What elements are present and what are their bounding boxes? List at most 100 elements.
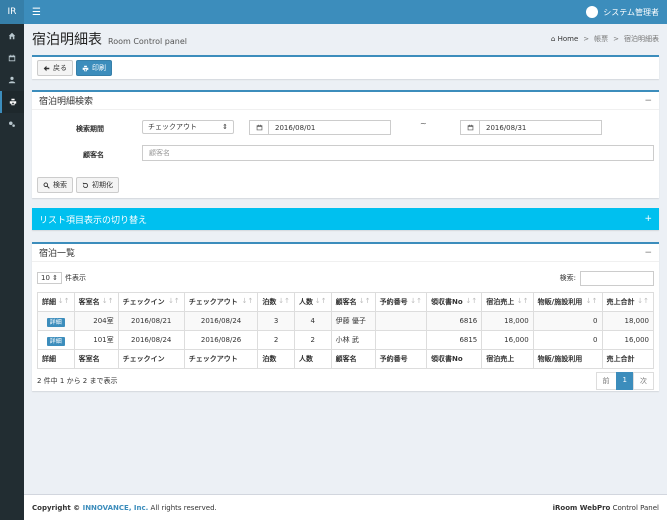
sidebar-item-settings[interactable] (0, 113, 24, 135)
column-footer: 泊数 (257, 349, 295, 369)
breadcrumb: ⌂ Home > 帳票 > 宿泊明細表 (550, 34, 659, 44)
column-footer: チェックイン (117, 349, 185, 369)
undo-icon (82, 182, 89, 188)
cell-reservation (374, 311, 428, 331)
customer-input[interactable]: 顧客名 (142, 145, 654, 161)
cell-total: 16,000 (601, 330, 655, 350)
table-header-row: 詳細 ↓↑ 客室名 ↓↑ チェックイン ↓↑ チェックアウト ↓↑ 泊数 ↓↑ 人数 ↓↑ … (37, 292, 655, 312)
sidebar-item-user[interactable] (0, 69, 24, 91)
collapse-icon[interactable]: − (644, 248, 652, 258)
expand-icon[interactable]: + (644, 214, 652, 224)
column-header[interactable]: 人数 ↓↑ (293, 292, 332, 312)
next-page-button[interactable]: 次 (633, 372, 654, 390)
sidebar-item-print[interactable] (0, 91, 24, 113)
home-icon (8, 32, 16, 40)
action-box: 戻る 印刷 (32, 55, 659, 79)
reset-button[interactable]: 初期化 (76, 177, 119, 193)
list-box-header: 宿泊一覧 − (32, 244, 659, 262)
detail-button[interactable]: 詳細 (46, 317, 65, 327)
page-button[interactable]: 1 (615, 372, 634, 390)
page-length-select[interactable]: 10 ⇕ (37, 272, 63, 284)
column-header[interactable]: 顧客名 ↓↑ (330, 292, 376, 312)
detail-button[interactable]: 詳細 (46, 336, 65, 346)
page-length-label: 件表示 (65, 274, 87, 282)
search-box-title: 宿泊明細検索 (39, 97, 94, 107)
table-row: 詳細 204室 2016/08/21 2016/08/24 3 4 伊藤 優子 … (37, 311, 655, 331)
column-header[interactable]: チェックアウト ↓↑ (183, 292, 259, 312)
product-name: iRoom WebPro Control Panel (552, 503, 659, 512)
calendar-icon (461, 121, 480, 134)
table-footer-row: 詳細 客室名 チェックイン チェックアウト 泊数 人数 顧客名 予約番号 領収書… (37, 349, 655, 369)
breadcrumb-reports[interactable]: 帳票 (594, 34, 608, 44)
prev-page-button[interactable]: 前 (595, 372, 617, 390)
cell-checkout: 2016/08/24 (183, 311, 259, 331)
cell-other-sales: 0 (532, 311, 603, 331)
column-header[interactable]: 泊数 ↓↑ (257, 292, 295, 312)
column-footer: 詳細 (37, 349, 75, 369)
print-icon (82, 65, 89, 71)
column-header[interactable]: 予約番号 ↓↑ (374, 292, 428, 312)
column-footer: 宿泊売上 (481, 349, 534, 369)
date-to-group: 2016/08/31 (460, 120, 602, 135)
main-content: 宿泊明細表 Room Control panel ⌂ Home > 帳票 > 宿… (24, 24, 667, 494)
cell-reservation (374, 330, 428, 350)
cell-nights: 3 (257, 311, 295, 331)
period-label: 検索期間 (76, 125, 104, 133)
column-footer: 顧客名 (330, 349, 376, 369)
logo[interactable]: IR (0, 0, 24, 24)
period-type-select[interactable]: チェックアウト ⇕ (142, 120, 234, 134)
cell-people: 2 (293, 330, 332, 350)
footer: Copyright © INNOVANCE, Inc. All rights r… (24, 494, 667, 520)
column-footer: 物販/施設利用 (532, 349, 603, 369)
column-header[interactable]: 客室名 ↓↑ (73, 292, 119, 312)
column-toggle-box[interactable]: リスト項目表示の切り替え + (32, 208, 659, 230)
user-menu[interactable]: システム管理者 (586, 6, 659, 18)
calendar-icon (8, 54, 16, 62)
company-link[interactable]: INNOVANCE, Inc. (83, 504, 149, 512)
stay-table: 詳細 ↓↑ 客室名 ↓↑ チェックイン ↓↑ チェックアウト ↓↑ 泊数 ↓↑ 人数 ↓↑ … (37, 292, 655, 369)
table-search-input[interactable] (580, 270, 654, 286)
page-header: 宿泊明細表 Room Control panel ⌂ Home > 帳票 > 宿… (24, 24, 667, 54)
date-to-input[interactable]: 2016/08/31 (480, 121, 601, 134)
date-from-input[interactable]: 2016/08/01 (269, 121, 390, 134)
list-box: 宿泊一覧 − 10 ⇕ 件表示 検索: 詳細 ↓↑ 客室名 ↓↑ チェックイン ↓↑ … (32, 242, 659, 391)
search-box-header: 宿泊明細検索 − (32, 92, 659, 110)
column-header[interactable]: 物販/施設利用 ↓↑ (532, 292, 603, 312)
search-icon (43, 182, 50, 189)
column-header[interactable]: 領収書No ↓↑ (425, 292, 483, 312)
column-toggle-title: リスト項目表示の切り替え (39, 215, 148, 226)
cell-checkin: 2016/08/21 (117, 311, 185, 331)
range-separator: ~ (420, 119, 427, 128)
pagination: 前 1 次 (595, 372, 654, 390)
menu-toggle-icon[interactable]: ☰ (32, 7, 41, 18)
cell-receipt: 6816 (425, 311, 483, 331)
list-controls: 10 ⇕ 件表示 検索: (37, 270, 654, 286)
column-header[interactable]: 売上合計 ↓↑ (601, 292, 655, 312)
column-header[interactable]: 宿泊売上 ↓↑ (481, 292, 534, 312)
user-name: システム管理者 (603, 7, 659, 17)
sidebar-item-home[interactable] (0, 25, 24, 47)
cell-stay-sales: 16,000 (481, 330, 534, 350)
list-footer: 2 件中 1 から 2 まで表示 前 1 次 (37, 372, 654, 390)
search-button[interactable]: 検索 (37, 177, 73, 193)
print-button[interactable]: 印刷 (76, 60, 112, 76)
column-header[interactable]: チェックイン ↓↑ (117, 292, 185, 312)
cell-checkout: 2016/08/26 (183, 330, 259, 350)
topbar: ☰ システム管理者 (24, 0, 667, 24)
column-header[interactable]: 詳細 ↓↑ (37, 292, 75, 312)
arrow-left-icon (43, 65, 50, 71)
column-footer: 予約番号 (374, 349, 428, 369)
gears-icon (9, 121, 15, 127)
breadcrumb-home[interactable]: ⌂ Home (551, 35, 578, 43)
calendar-icon (250, 121, 269, 134)
page-title: 宿泊明細表 (32, 32, 102, 48)
date-from-group: 2016/08/01 (249, 120, 391, 135)
cell-customer: 伊藤 優子 (330, 311, 376, 331)
collapse-icon[interactable]: − (644, 96, 652, 106)
sidebar-item-calendar[interactable] (0, 47, 24, 69)
table-search-label: 検索: (559, 274, 576, 282)
cell-room: 204室 (73, 311, 119, 331)
cell-checkin: 2016/08/24 (117, 330, 185, 350)
chevron-updown-icon: ⇕ (222, 123, 228, 131)
back-button[interactable]: 戻る (37, 60, 73, 76)
